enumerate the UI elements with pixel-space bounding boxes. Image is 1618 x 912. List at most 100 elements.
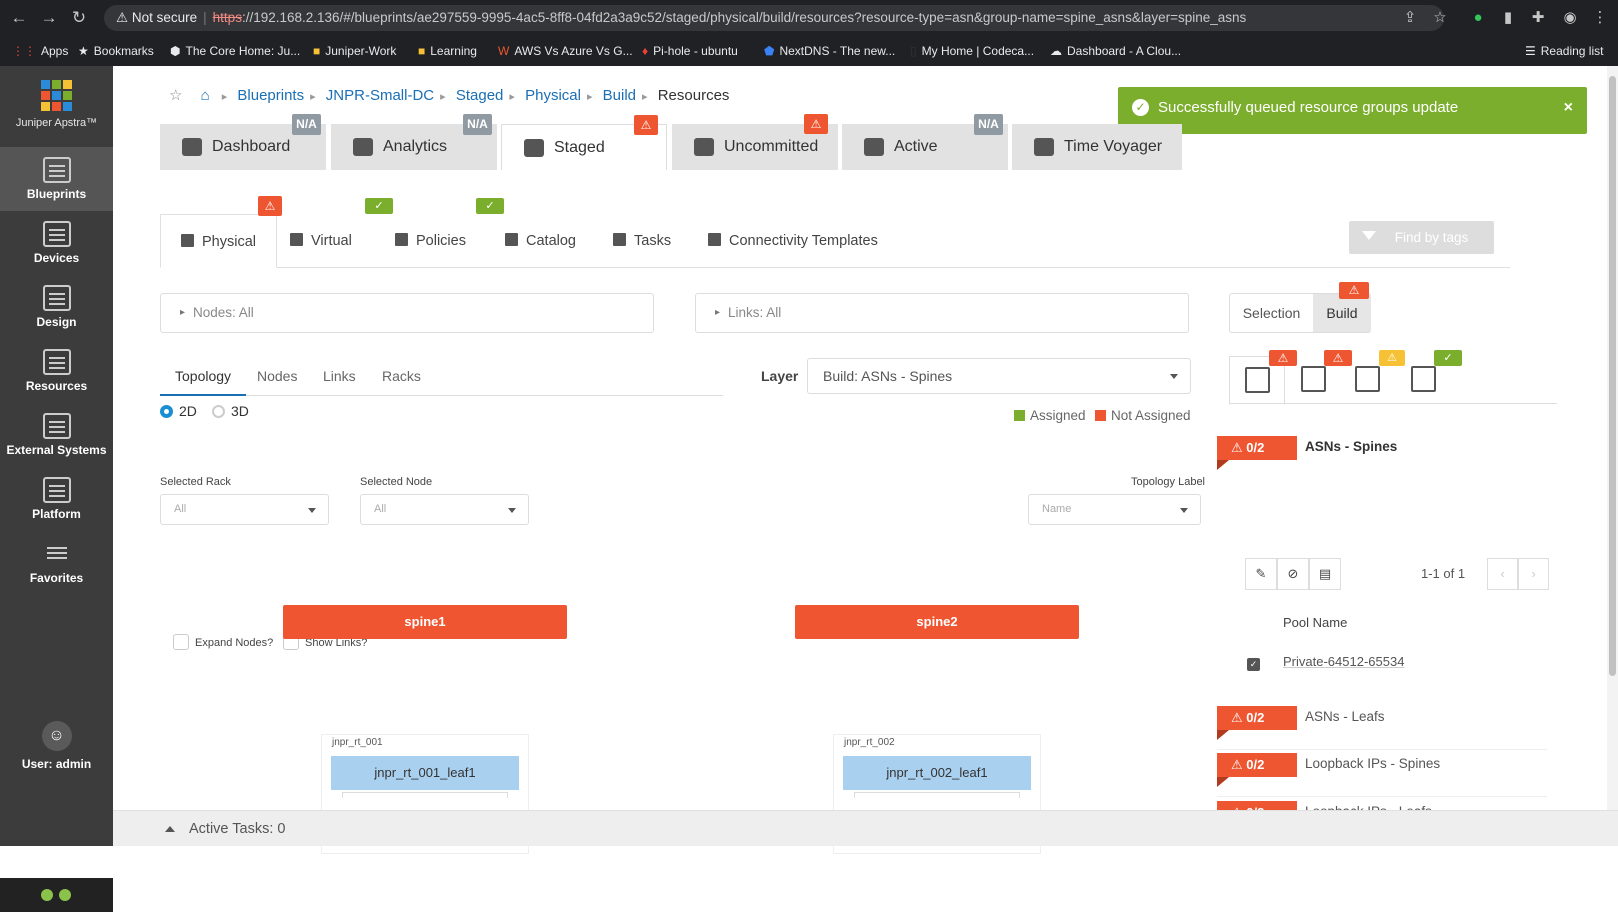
- bookmark-apps[interactable]: ⋮⋮ Apps: [12, 36, 68, 66]
- connectivity-icon: [708, 233, 721, 246]
- sidebar-item-external-systems[interactable]: External Systems: [0, 403, 113, 467]
- blueprints-icon: [42, 157, 71, 183]
- tab-time-voyager[interactable]: Time Voyager: [1012, 124, 1182, 170]
- rack-host: [342, 792, 508, 798]
- bookmark-core-home[interactable]: ⬢ The Core Home: Ju...: [170, 36, 300, 66]
- next-page-button[interactable]: ›: [1518, 558, 1549, 590]
- sidebar-item-resources[interactable]: Resources: [0, 339, 113, 403]
- edit-button[interactable]: ✎: [1245, 558, 1277, 590]
- puzzle-icon[interactable]: ✚: [1528, 8, 1548, 28]
- selection-tab[interactable]: Selection: [1230, 294, 1313, 332]
- profile-avatar[interactable]: ◉: [1560, 8, 1580, 28]
- active-tasks-bar[interactable]: Active Tasks: 0: [113, 810, 1618, 846]
- reading-list[interactable]: ☰ Reading list: [1525, 36, 1603, 66]
- chevron-down-icon: [1170, 374, 1178, 379]
- tab-nodes[interactable]: Nodes: [257, 364, 297, 396]
- breadcrumb-physical[interactable]: Physical: [525, 87, 581, 104]
- topology-label-select[interactable]: Name: [1028, 494, 1201, 525]
- pool-checkbox[interactable]: ✓: [1247, 658, 1260, 671]
- resource-group[interactable]: ⚠ 0/2 Loopback IPs - Spines: [1217, 753, 1557, 797]
- reload-icon[interactable]: ↻: [68, 7, 90, 29]
- share-icon[interactable]: ⇪: [1400, 8, 1420, 28]
- bookmark-juniper-work[interactable]: ■ Juniper-Work: [313, 36, 396, 66]
- radio-2d[interactable]: 2D: [160, 403, 197, 419]
- bookmark-learning[interactable]: ■ Learning: [418, 36, 477, 66]
- breadcrumb-build[interactable]: Build: [603, 87, 636, 104]
- leaf-node[interactable]: jnpr_rt_001_leaf1: [331, 756, 519, 790]
- details-button[interactable]: ▤: [1309, 558, 1341, 590]
- favorite-star-icon[interactable]: ☆: [169, 87, 182, 104]
- tab-links[interactable]: Links: [323, 364, 356, 396]
- tab-racks[interactable]: Racks: [382, 364, 421, 396]
- resource-group[interactable]: ⚠ 0/2 ASNs - Leafs: [1217, 706, 1557, 750]
- tab-topology[interactable]: Topology: [160, 364, 247, 396]
- breadcrumb-blueprint[interactable]: JNPR-Small-DC: [326, 87, 434, 104]
- subtab-physical[interactable]: Physical: [160, 214, 277, 268]
- chevron-down-icon: [308, 508, 316, 513]
- physical-warning-badge: ⚠: [258, 196, 282, 216]
- bookmark-my-home[interactable]: ▯ My Home | Codeca...: [910, 36, 1034, 66]
- pihole-icon: ♦: [642, 44, 649, 58]
- forward-icon[interactable]: →: [38, 7, 60, 29]
- breadcrumb-blueprints[interactable]: Blueprints: [237, 87, 304, 104]
- bookmark-star-icon[interactable]: ☆: [1430, 8, 1450, 28]
- address-bar[interactable]: ⚠ Not secure | https://192.168.2.136/#/blu…: [104, 5, 1444, 31]
- extension-icon[interactable]: ▮: [1498, 8, 1518, 28]
- bookmark-aws-azure[interactable]: W AWS Vs Azure Vs G...: [498, 36, 633, 66]
- rack-select[interactable]: All: [160, 494, 329, 525]
- policies-ok-badge: ✓: [476, 198, 504, 214]
- menu-icon[interactable]: ⋮: [1590, 8, 1610, 28]
- node-select[interactable]: All: [360, 494, 529, 525]
- bookmark-pihole[interactable]: ♦ Pi-hole - ubuntu: [642, 36, 738, 66]
- spine-node[interactable]: spine1: [283, 605, 567, 639]
- build-tab[interactable]: Build: [1313, 294, 1371, 332]
- grammarly-icon[interactable]: ●: [1468, 8, 1488, 28]
- pool-name[interactable]: Private-64512-65534: [1283, 654, 1404, 669]
- subtab-virtual[interactable]: Virtual: [290, 214, 352, 268]
- expand-nodes-checkbox[interactable]: Expand Nodes?: [173, 634, 273, 650]
- rack-name: jnpr_rt_001: [332, 737, 383, 748]
- radio-3d[interactable]: 3D: [212, 403, 249, 419]
- sidebar-item-devices[interactable]: Devices: [0, 211, 113, 275]
- tab-staged[interactable]: Staged ⚠: [501, 115, 667, 170]
- bookmark-bookmarks[interactable]: ★ Bookmarks: [78, 36, 154, 66]
- back-icon[interactable]: ←: [8, 7, 30, 29]
- layer-select[interactable]: Build: ASNs - Spines: [807, 358, 1191, 394]
- sidebar-item-favorites[interactable]: Favorites: [0, 531, 113, 595]
- page-icon: ▯: [910, 44, 917, 58]
- spine-node[interactable]: spine2: [795, 605, 1079, 639]
- prev-page-button[interactable]: ‹: [1487, 558, 1518, 590]
- clear-button[interactable]: ⊘: [1277, 558, 1309, 590]
- links-filter[interactable]: Links: All: [695, 293, 1189, 333]
- resource-group[interactable]: ⚠ 0/2 ASNs - Spines: [1217, 436, 1557, 480]
- pool-toolbar: ✎ ⊘ ▤ 1-1 of 1 ‹ ›: [1245, 558, 1550, 590]
- subtab-catalog[interactable]: Catalog: [505, 214, 576, 268]
- sidebar-item-blueprints[interactable]: Blueprints: [0, 147, 113, 211]
- sidebar-item-design[interactable]: Design: [0, 275, 113, 339]
- folder-icon: ■: [313, 44, 321, 58]
- browser-chrome: ← → ↻ ⚠ Not secure | https://192.168.2.136…: [0, 0, 1618, 66]
- breadcrumb-staged[interactable]: Staged: [456, 87, 504, 104]
- nodes-filter[interactable]: Nodes: All: [160, 293, 654, 333]
- sidebar-item-platform[interactable]: Platform: [0, 467, 113, 531]
- bookmark-dashboard[interactable]: ☁ Dashboard - A Clou...: [1050, 36, 1181, 66]
- site-icon: W: [498, 44, 510, 58]
- legend-not-assigned: Not Assigned: [1095, 408, 1191, 423]
- subtab-tasks[interactable]: Tasks: [613, 214, 671, 268]
- toast-close-button[interactable]: ×: [1564, 87, 1573, 128]
- user-menu[interactable]: ☺ User: admin: [0, 721, 113, 771]
- subtab-connectivity-templates[interactable]: Connectivity Templates: [708, 214, 878, 268]
- subtab-policies[interactable]: Policies: [395, 214, 466, 268]
- group-name: Loopback IPs - Spines: [1305, 756, 1441, 771]
- tab-dashboard[interactable]: Dashboard N/A: [160, 114, 326, 170]
- tab-uncommitted[interactable]: Uncommitted ⚠: [672, 114, 838, 170]
- tab-analytics[interactable]: Analytics N/A: [331, 114, 497, 170]
- bookmark-nextdns[interactable]: ⬟ NextDNS - The new...: [764, 36, 895, 66]
- leaf-node[interactable]: jnpr_rt_002_leaf1: [843, 756, 1031, 790]
- page-scrollbar[interactable]: [1607, 66, 1618, 810]
- home-icon[interactable]: ⌂: [201, 87, 210, 104]
- tab-active[interactable]: Active N/A: [842, 114, 1008, 170]
- brand-logo[interactable]: Juniper Apstra™: [0, 80, 113, 129]
- find-by-tags-button[interactable]: Find by tags: [1349, 221, 1494, 254]
- url-scheme: https: [212, 10, 242, 25]
